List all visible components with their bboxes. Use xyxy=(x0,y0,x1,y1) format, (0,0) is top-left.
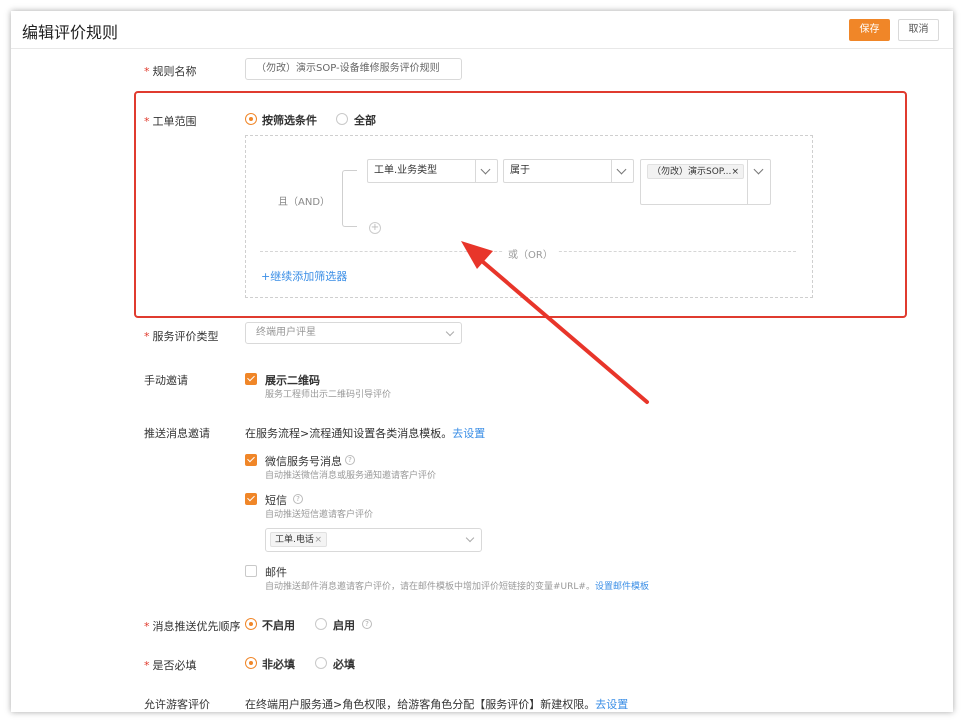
eval-type-label-text: 服务评价类型 xyxy=(152,330,219,343)
required-radio-required[interactable] xyxy=(315,657,327,669)
email-option-desc: 自动推送邮件消息邀请客户评价，请在邮件模板中增加评价短链接的变量#URL#。设置… xyxy=(265,579,649,592)
push-settings-link[interactable]: 去设置 xyxy=(452,427,485,440)
eval-type-label: * 服务评价类型 xyxy=(144,328,219,344)
priority-label-text: 消息推送优先顺序 xyxy=(152,620,241,633)
priority-option-off[interactable]: 不启用 xyxy=(262,617,295,633)
help-icon[interactable]: ? xyxy=(345,455,355,465)
wechat-option-desc: 自动推送微信消息或服务通知邀请客户评价 xyxy=(265,471,437,481)
qr-option-desc: 服务工程师出示二维码引导评价 xyxy=(265,390,392,400)
close-icon[interactable]: × xyxy=(314,533,322,548)
guest-settings-link[interactable]: 去设置 xyxy=(595,698,628,711)
wechat-checkbox[interactable] xyxy=(245,454,257,466)
sms-option-desc: 自动推送短信邀请客户评价 xyxy=(265,510,374,520)
qr-checkbox[interactable] xyxy=(245,373,257,385)
guest-text-body: 在终端用户服务通>角色权限，给游客角色分配【服务评价】新建权限。 xyxy=(245,698,596,711)
email-checkbox[interactable] xyxy=(245,565,257,577)
required-mark: * xyxy=(144,620,150,633)
sms-field-tag: 工单.电话 × xyxy=(270,532,327,547)
required-label-text: 是否必填 xyxy=(152,659,197,672)
guest-label: 允许游客评价 xyxy=(144,698,210,711)
priority-label: * 消息推送优先顺序 xyxy=(144,618,241,634)
qr-option-label[interactable]: 展示二维码 xyxy=(265,372,320,388)
help-icon[interactable]: ? xyxy=(293,494,303,504)
email-template-link[interactable]: 设置邮件模板 xyxy=(595,582,649,592)
required-option-required[interactable]: 必填 xyxy=(333,656,355,672)
sms-checkbox[interactable] xyxy=(245,493,257,505)
eval-type-select[interactable]: 终端用户评星 xyxy=(245,322,462,344)
sms-option-label[interactable]: 短信 xyxy=(265,492,287,508)
wechat-option-label[interactable]: 微信服务号消息 xyxy=(265,453,342,469)
guest-text: 在终端用户服务通>角色权限，给游客角色分配【服务评价】新建权限。去设置 xyxy=(245,696,628,712)
required-radio-optional[interactable] xyxy=(245,657,257,669)
push-invite-intro: 在服务流程>流程通知设置各类消息模板。去设置 xyxy=(245,425,485,441)
help-icon[interactable]: ? xyxy=(362,619,372,629)
email-option-label[interactable]: 邮件 xyxy=(265,564,287,580)
push-invite-label: 推送消息邀请 xyxy=(144,427,210,440)
push-invite-intro-text: 在服务流程>流程通知设置各类消息模板。 xyxy=(245,427,453,440)
priority-radio-off[interactable] xyxy=(245,618,257,630)
priority-option-on[interactable]: 启用 xyxy=(333,617,355,633)
priority-radio-on[interactable] xyxy=(315,618,327,630)
annotation-arrow xyxy=(461,241,649,404)
sms-field-tag-text: 工单.电话 xyxy=(275,535,314,545)
required-mark: * xyxy=(144,659,150,672)
required-option-optional[interactable]: 非必填 xyxy=(262,656,295,672)
manual-invite-label: 手动邀请 xyxy=(144,374,188,387)
email-option-desc-text: 自动推送邮件消息邀请客户评价，请在邮件模板中增加评价短链接的变量#URL#。 xyxy=(265,582,595,592)
required-mark: * xyxy=(144,330,150,343)
window-frame: 编辑评价规则 保存 取消 * 规则名称 （勿改）演示SOP-设备维修服务评价规则 … xyxy=(11,11,953,712)
required-label: * 是否必填 xyxy=(144,657,197,673)
